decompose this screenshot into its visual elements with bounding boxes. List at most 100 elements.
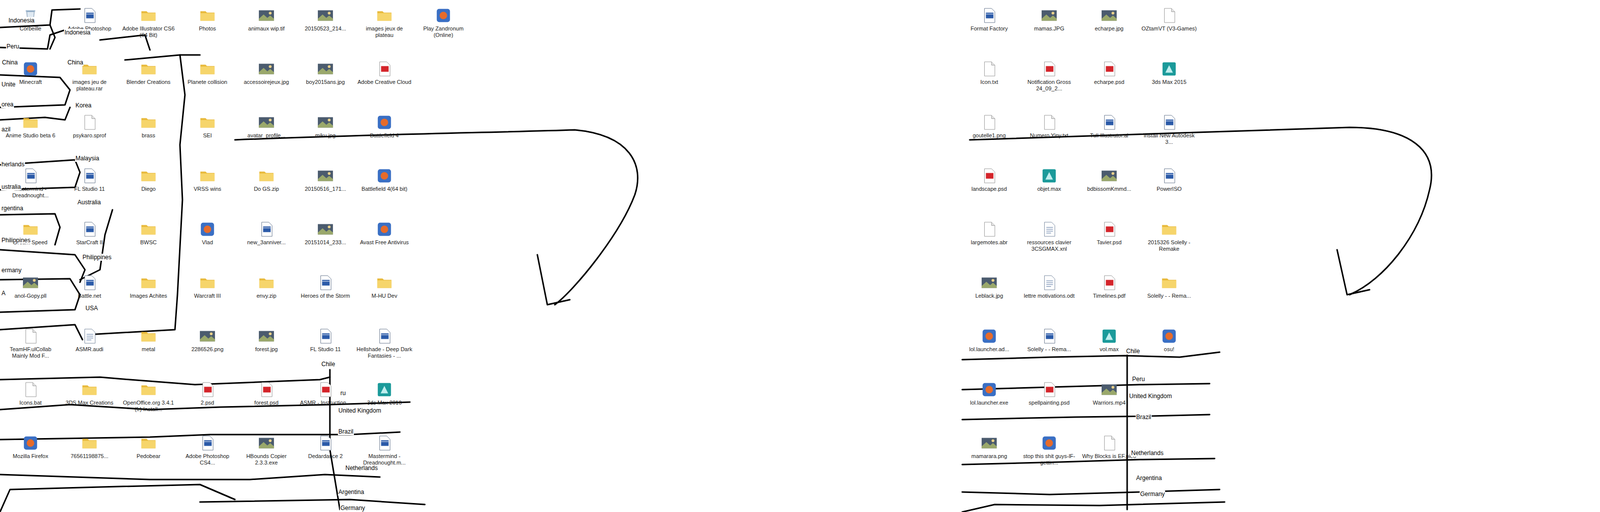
desktop-icon[interactable]: Play Zandronum (Online) [413,0,473,54]
desktop-icon[interactable]: Tuli Illustrator.ai [1079,106,1140,161]
desktop-icon[interactable]: Adobe Photoshop CS4... [177,427,237,482]
desktop-icon[interactable]: spellpainting.psd [1019,374,1080,428]
icon-label: avatar_profile... [238,132,295,139]
desktop-icon[interactable]: Anime Studio beta 6 [0,106,60,161]
desktop-icon[interactable]: boy2015ans.jpg [295,53,355,107]
desktop-icon[interactable]: miku.jpg [295,106,355,161]
desktop-icon[interactable]: VRSS wins [177,160,237,214]
desktop-icon[interactable]: Mozilla Firefox [0,427,60,482]
desktop-icon[interactable]: FL Studio 11 [59,160,119,214]
desktop-icon[interactable]: echarpe.psd [1079,53,1140,107]
desktop-icon[interactable]: 20150523_214... [295,0,355,54]
desktop-icon[interactable]: 20150516_171... [295,160,355,214]
desktop-icon[interactable]: Why Blocks is EF.pieo [1079,427,1140,482]
desktop-icon[interactable]: Solelly - - Rema... [1019,320,1080,375]
desktop-icon[interactable]: M-HU Dev [354,267,414,321]
desktop-icon[interactable]: 3DS Max Creations [59,374,119,428]
desktop-icon[interactable]: Vlad [177,213,237,268]
desktop-icon[interactable]: mamarara.png [959,427,1020,482]
desktop-icon[interactable]: objet.max [1019,160,1080,214]
desktop-icon[interactable]: new_3anniver... [236,213,296,268]
desktop-icon[interactable]: Solelly - - Rema... [1139,267,1200,321]
desktop-icon[interactable]: forest.psd [236,374,296,428]
desktop-icon[interactable]: BWSC [118,213,178,268]
desktop-icon[interactable]: stop this shit guys-lF-gettin... [1019,427,1080,482]
desktop-icon[interactable]: goutelle1.png [959,106,1020,161]
desktop-icon[interactable]: Planete collision [177,53,237,107]
desktop-icon[interactable]: echarpe.jpg [1079,0,1140,54]
desktop-icon[interactable]: largemotes.abr [959,213,1020,268]
desktop-icon[interactable]: ASMR - Instruction... [295,374,355,428]
desktop-icon[interactable]: Warriors.mp4 [1079,374,1140,428]
desktop-icon[interactable]: Battlefield 4(64 bit) [354,160,414,214]
bracket-label: azil [0,125,11,133]
desktop-icon[interactable]: StarCraft II [59,213,119,268]
desktop-icon[interactable]: Images Achites [118,267,178,321]
desktop-icon[interactable]: landscape.psd [959,160,1020,214]
desktop-icon[interactable]: Diego [118,160,178,214]
desktop-icon[interactable]: Leblack.jpg [959,267,1020,321]
desktop-icon[interactable]: Icons.bat [0,374,60,428]
desktop-icon[interactable]: avatar_profile... [236,106,296,161]
desktop-icon[interactable]: Tavier.psd [1079,213,1140,268]
desktop-icon[interactable]: animaux wip.tif [236,0,296,54]
desktop-icon[interactable]: 2.psd [177,374,237,428]
desktop-icon[interactable]: envy.zip [236,267,296,321]
desktop-icon[interactable]: Battle.net [59,267,119,321]
desktop-icon[interactable]: anol-Gopy.pll [0,267,60,321]
desktop-icon[interactable]: Battlefield 4 [354,106,414,161]
desktop-icon[interactable]: OpenOffice.org 3.4.1 (fr) Install... [118,374,178,428]
desktop-icon[interactable]: Avast Free Antivirus [354,213,414,268]
desktop-icon[interactable]: Dedardance 2 [295,427,355,482]
desktop-icon[interactable]: FL Studio 11 [295,320,355,375]
desktop-icon[interactable]: Hellshade - Deep Dark Fantasies - ... [354,320,414,375]
desktop-icon[interactable]: Dream Speed [0,213,60,268]
desktop-icon[interactable]: 3ds Max 2015 [1139,53,1200,107]
desktop-icon[interactable]: images jeux de plateau [354,0,414,54]
desktop-icon[interactable]: Icon.txt [959,53,1020,107]
desktop-icon[interactable]: Warcraft III [177,267,237,321]
desktop-icon[interactable]: SEI [177,106,237,161]
desktop-icon[interactable]: Numero Yiny.txt [1019,106,1080,161]
desktop-icon[interactable]: HBounds Copier 2.3.3.exe [236,427,296,482]
desktop-icon[interactable]: 2286526.png [177,320,237,375]
desktop-icon[interactable]: ressources clavier 3CSGMAX.xnl [1019,213,1080,268]
desktop-icon[interactable]: 2015326 Solelly - Remake [1139,213,1200,268]
desktop-icon[interactable]: ASMR.audi [59,320,119,375]
desktop-icon[interactable]: 20151014_233... [295,213,355,268]
desktop-icon[interactable]: Adobe Creative Cloud [354,53,414,107]
desktop-icon[interactable]: 3ds Max 2016 [354,374,414,428]
desktop-icon[interactable]: Mastermind - Dreadnought.m... [354,427,414,482]
desktop-icon[interactable]: Corbeille [0,0,60,54]
desktop-icon[interactable]: Minecraft [0,53,60,107]
desktop-icon[interactable]: forest.jpg [236,320,296,375]
desktop-icon[interactable]: osu! [1139,320,1200,375]
desktop-icon[interactable]: PowerISO [1139,160,1200,214]
desktop-icon[interactable]: Photos [177,0,237,54]
desktop-icon[interactable]: lettre motivations.odt [1019,267,1080,321]
desktop-icon[interactable]: vol.max [1079,320,1140,375]
desktop-icon[interactable]: Adobe Illustrator CS6 (64 Bit) [118,0,178,54]
desktop-icon[interactable]: 76561198875... [59,427,119,482]
desktop-icon[interactable]: accessoirejeux.jpg [236,53,296,107]
desktop-icon[interactable]: Heroes of the Storm [295,267,355,321]
desktop-icon[interactable]: Mastermind - Dreadnought... [0,160,60,214]
desktop-icon[interactable]: Notification Gross 24_09_2... [1019,53,1080,107]
desktop-icon[interactable]: Format Factory [959,0,1020,54]
desktop-icon[interactable]: bdbissomKmmd... [1079,160,1140,214]
desktop-icon[interactable]: lol.launcher.exe [959,374,1020,428]
desktop-icon[interactable]: Adobe Photoshop [59,0,119,54]
desktop-icon[interactable]: Pedobear [118,427,178,482]
desktop-icon[interactable]: OZtamVT (V3-Games) [1139,0,1200,54]
desktop-icon[interactable]: metal [118,320,178,375]
desktop-icon[interactable]: psykaro.sprof [59,106,119,161]
desktop-icon[interactable]: Do GS.zip [236,160,296,214]
desktop-icon[interactable]: mamas.JPG [1019,0,1080,54]
desktop-icon[interactable]: TeamHF.ulCollab Mainly Mod F... [0,320,60,375]
desktop-icon[interactable]: Blender Creations [118,53,178,107]
desktop-icon[interactable]: Install New Autodesk 3... [1139,106,1200,161]
desktop-icon[interactable]: brass [118,106,178,161]
desktop-icon[interactable]: Timelines.pdf [1079,267,1140,321]
desktop-icon[interactable]: images jeu de plateau.rar [59,53,119,107]
desktop-icon[interactable]: lol.launcher.ad... [959,320,1020,375]
